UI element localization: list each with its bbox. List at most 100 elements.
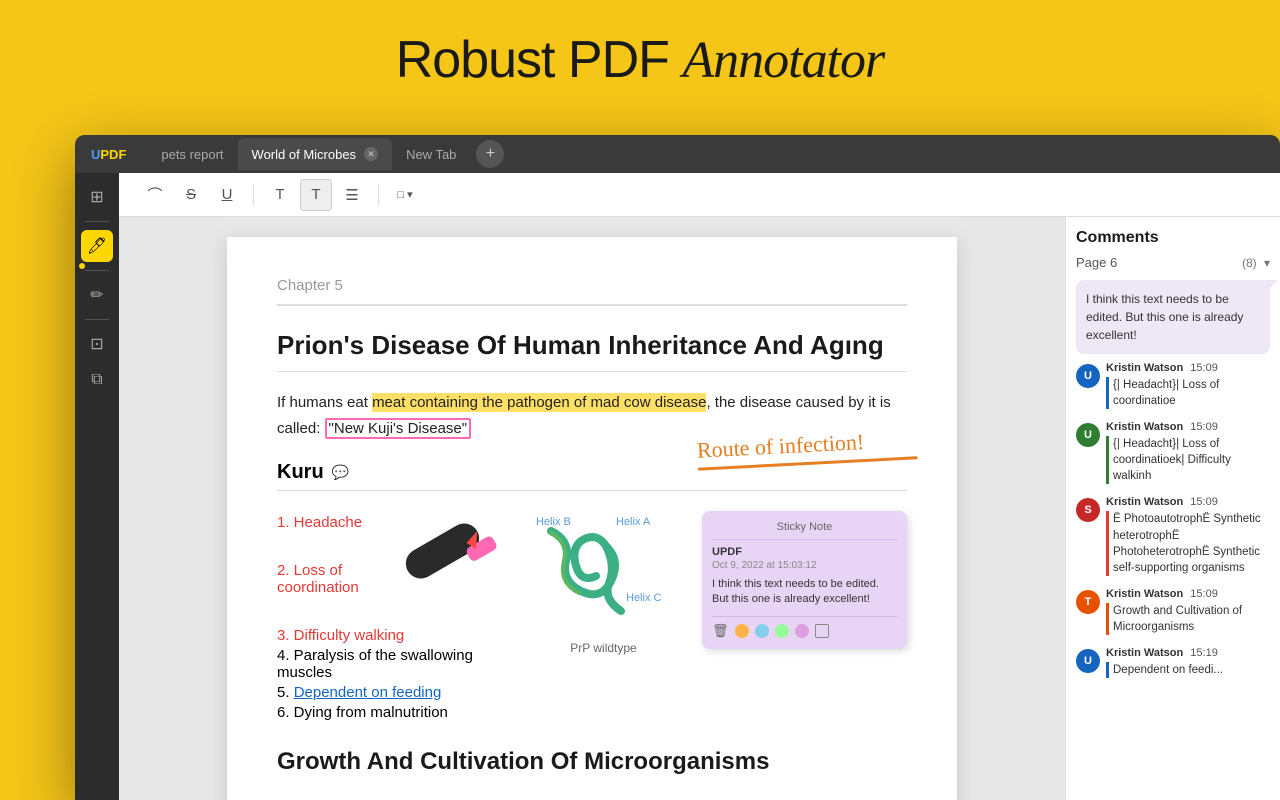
sidebar-divider-2 <box>85 270 109 271</box>
comment-text-5: Dependent on feedi... <box>1106 662 1270 678</box>
pdf-page: Chapter 5 Prion's Disease Of Human Inher… <box>227 237 957 800</box>
comment-content-4: Kristin Watson 15:09 Growth and Cultivat… <box>1106 588 1270 635</box>
app-header: Robust PDF Annotator <box>0 0 1280 110</box>
comments-panel: Comments Page 6 (8) ▾ I think this text … <box>1065 217 1280 800</box>
app-title: Robust PDF Annotator <box>0 30 1280 90</box>
sidebar-divider-3 <box>85 319 109 320</box>
list-item-3: 3. Difficulty walking <box>277 627 505 644</box>
sidebar-layers-icon[interactable]: ⧉ <box>81 364 113 396</box>
comment-text-1: {| Headacht}| Loss of coordinatioe <box>1106 377 1270 409</box>
sidebar-pages-icon[interactable]: ⊞ <box>81 181 113 213</box>
sidebar: ⊞ 🖊 ✏ ⊡ ⧉ <box>75 173 119 800</box>
comment-content-1: Kristin Watson 15:09 {| Headacht}| Loss … <box>1106 362 1270 409</box>
list-item-2: 2. Loss of coordination <box>277 534 505 624</box>
comment-avatar-1: U <box>1076 364 1100 388</box>
comment-avatar-5: U <box>1076 649 1100 673</box>
sticky-note-date: Oct 9, 2022 at 15:03:12 <box>712 560 897 571</box>
sidebar-edit-icon[interactable]: ✏ <box>81 279 113 311</box>
content-area: ⊞ 🖊 ✏ ⊡ ⧉ ⌒ S U T T ☰ □ ▾ <box>75 173 1280 800</box>
helix-svg: Helix B Helix A Helix C <box>521 511 686 646</box>
text-box-tool-button[interactable]: T <box>300 179 332 211</box>
comment-avatar-4: T <box>1076 590 1100 614</box>
new-tab-button[interactable]: + <box>476 140 504 168</box>
list-and-marker: 1. Headache 2. Loss of coordination <box>277 511 505 724</box>
page-label: Page 6 (8) ▾ <box>1076 255 1270 270</box>
color-orange[interactable] <box>735 624 749 638</box>
tab-new-tab[interactable]: New Tab <box>392 138 470 170</box>
comment-item-1: U Kristin Watson 15:09 {| Headacht}| Los… <box>1076 362 1270 409</box>
svg-text:Helix C: Helix C <box>626 592 662 604</box>
underline-tool-button[interactable]: U <box>211 179 243 211</box>
comment-meta-2: Kristin Watson 15:09 <box>1106 421 1270 433</box>
chapter-divider <box>277 304 907 306</box>
helix-diagram: Helix B Helix A Helix C <box>521 511 686 646</box>
comments-title: Comments <box>1076 229 1270 247</box>
color-blue[interactable] <box>755 624 769 638</box>
comment-content-5: Kristin Watson 15:19 Dependent on feedi.… <box>1106 647 1270 678</box>
pink-highlight: "New Kuji's Disease" <box>325 418 472 439</box>
comment-text-4: Growth and Cultivation of Microorganisms <box>1106 603 1270 635</box>
diagram-area: 1. Headache 2. Loss of coordination <box>277 511 907 724</box>
comment-content-3: Kristin Watson 15:09 Ë PhotoautotrophË S… <box>1106 496 1270 575</box>
sticky-note: Sticky Note UPDF Oct 9, 2022 at 15:03:12… <box>702 511 907 649</box>
toolbar-separator-2 <box>378 184 379 206</box>
comment-meta-5: Kristin Watson 15:19 <box>1106 647 1270 659</box>
comment-tool-button[interactable]: ☰ <box>336 179 368 211</box>
main-split: Chapter 5 Prion's Disease Of Human Inher… <box>119 217 1280 800</box>
comment-item-2: U Kristin Watson 15:09 {| Headacht}| Los… <box>1076 421 1270 484</box>
sticky-note-toolbar: 🗑 <box>712 616 897 639</box>
comment-content-2: Kristin Watson 15:09 {| Headacht}| Loss … <box>1106 421 1270 484</box>
comments-count: (8) ▾ <box>1242 256 1270 270</box>
sticky-delete-icon[interactable]: 🗑 <box>712 623 729 639</box>
updf-logo: UPDF <box>85 145 132 164</box>
strikethrough-tool-button[interactable]: S <box>175 179 207 211</box>
kuru-divider <box>277 490 907 491</box>
comment-text-2: {| Headacht}| Loss of coordinatioek| Dif… <box>1106 436 1270 484</box>
kuru-section-heading: Kuru 💬 <box>277 461 907 484</box>
sidebar-crop-icon[interactable]: ⊡ <box>81 328 113 360</box>
comment-item-3: S Kristin Watson 15:09 Ë PhotoautotrophË… <box>1076 496 1270 575</box>
pdf-body: If humans eat meat containing the pathog… <box>277 390 907 441</box>
comment-text-3: Ë PhotoautotrophË Synthetic heterotrophË… <box>1106 511 1270 575</box>
comment-meta-1: Kristin Watson 15:09 <box>1106 362 1270 374</box>
bottom-section-title: Growth And Cultivation Of Microorganisms <box>277 748 907 776</box>
tab-pets-report[interactable]: pets report <box>147 138 237 170</box>
active-comment-bubble: I think this text needs to be edited. Bu… <box>1076 280 1270 354</box>
comment-meta-3: Kristin Watson 15:09 <box>1106 496 1270 508</box>
svg-text:Helix A: Helix A <box>616 516 651 528</box>
text-tool-button[interactable]: T <box>264 179 296 211</box>
comment-avatar-3: S <box>1076 498 1100 522</box>
pdf-area[interactable]: Chapter 5 Prion's Disease Of Human Inher… <box>119 217 1065 800</box>
tab-world-of-microbes[interactable]: World of Microbes ✕ <box>238 138 393 170</box>
sidebar-active-dot <box>79 263 85 269</box>
marker-image <box>395 504 505 624</box>
toolbar: ⌒ S U T T ☰ □ ▾ <box>119 173 1280 217</box>
dependent-link[interactable]: Dependent on feeding <box>294 684 442 701</box>
shape-tool-button[interactable]: □ ▾ <box>389 179 421 211</box>
comment-item-4: T Kristin Watson 15:09 Growth and Cultiv… <box>1076 588 1270 635</box>
sidebar-highlight-icon[interactable]: 🖊 <box>81 230 113 262</box>
toolbar-wrap: ⌒ S U T T ☰ □ ▾ Chapter 5 Prion's Diseas… <box>119 173 1280 800</box>
sticky-note-title: Sticky Note <box>712 521 897 533</box>
color-purple[interactable] <box>795 624 809 638</box>
tab-bar: UPDF pets report World of Microbes ✕ New… <box>75 135 1280 173</box>
comment-item-5: U Kristin Watson 15:19 Dependent on feed… <box>1076 647 1270 678</box>
title-divider <box>277 371 907 372</box>
tab-close-icon[interactable]: ✕ <box>364 147 378 161</box>
toolbar-separator-1 <box>253 184 254 206</box>
sidebar-divider-1 <box>85 221 109 222</box>
comment-meta-4: Kristin Watson 15:09 <box>1106 588 1270 600</box>
list-item-4: 4. Paralysis of the swallowing muscles <box>277 647 505 681</box>
color-green[interactable] <box>775 624 789 638</box>
comment-avatar-2: U <box>1076 423 1100 447</box>
section-comment-icon: 💬 <box>332 464 349 481</box>
svg-text:Helix B: Helix B <box>536 516 571 528</box>
list-item-6: 6. Dying from malnutrition <box>277 704 505 721</box>
yellow-highlight: meat containing the pathogen of mad cow … <box>372 393 706 412</box>
sticky-note-app: UPDF <box>712 546 897 558</box>
arch-tool-button[interactable]: ⌒ <box>139 179 171 211</box>
sticky-note-text: I think this text needs to be edited. Bu… <box>712 577 897 608</box>
app-window: UPDF pets report World of Microbes ✕ New… <box>75 135 1280 800</box>
sticky-border-toggle[interactable] <box>815 624 829 638</box>
list-item-5: 5. Dependent on feeding <box>277 684 505 701</box>
